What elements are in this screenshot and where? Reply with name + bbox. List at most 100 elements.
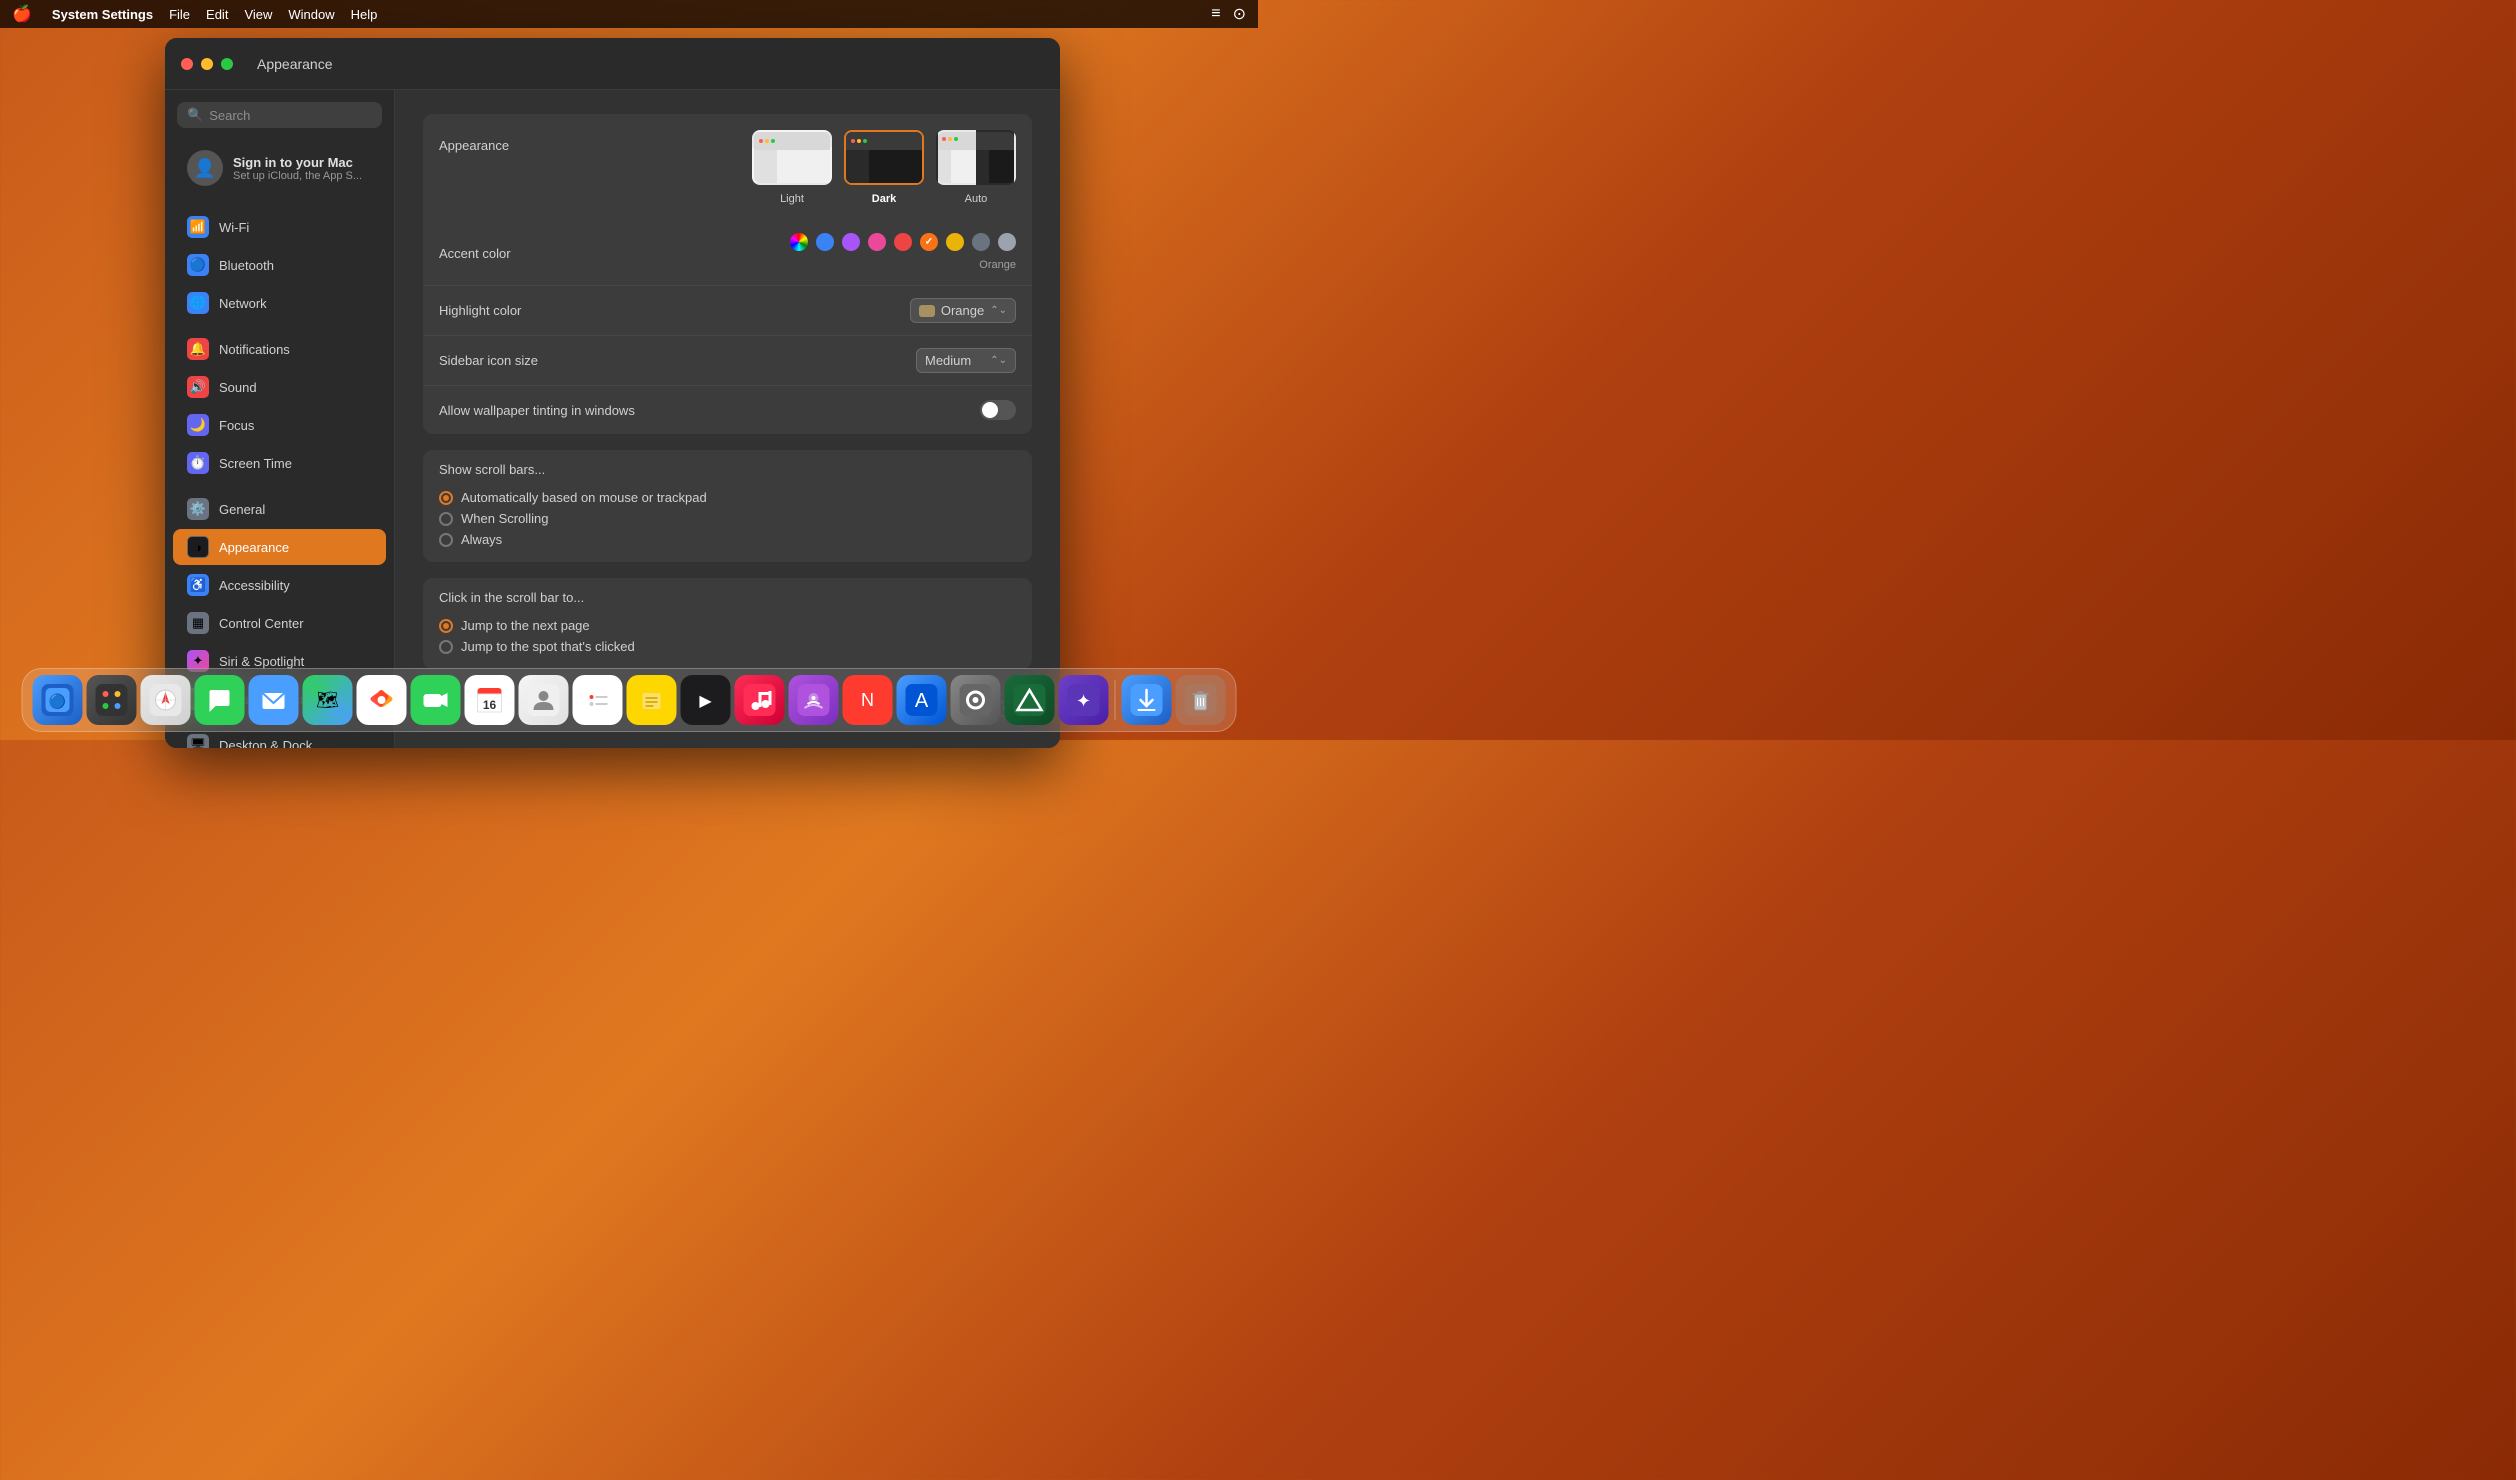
click-scroll-card: Click in the scroll bar to... Jump to th… xyxy=(423,578,1032,669)
title-bar: Appearance xyxy=(165,38,1060,90)
svg-text:🔵: 🔵 xyxy=(49,693,66,710)
controlcenter-icon: ▦ xyxy=(187,612,209,634)
accent-yellow[interactable] xyxy=(946,233,964,251)
screentime-icon: ⏱️ xyxy=(187,452,209,474)
jump-next-page-option[interactable]: Jump to the next page xyxy=(439,615,1016,636)
svg-text:▶: ▶ xyxy=(699,693,712,710)
accent-orange[interactable] xyxy=(920,233,938,251)
jump-next-page-radio[interactable] xyxy=(439,619,453,633)
scroll-when-scrolling-option[interactable]: When Scrolling xyxy=(439,508,1016,529)
appearance-option-dark[interactable]: Dark xyxy=(844,130,924,205)
profile-subtitle: Set up iCloud, the App S... xyxy=(233,170,362,182)
menu-extra-icon[interactable]: ⊙ xyxy=(1233,4,1246,24)
dock-reminders[interactable] xyxy=(573,675,623,725)
sidebar-item-bluetooth[interactable]: 🔵 Bluetooth xyxy=(173,247,386,283)
dock-mail[interactable] xyxy=(249,675,299,725)
close-button[interactable] xyxy=(181,58,193,70)
dock-messages[interactable] xyxy=(195,675,245,725)
jump-spot-radio[interactable] xyxy=(439,640,453,654)
sidebar-icon-size-dropdown[interactable]: Medium ⌃⌄ xyxy=(916,348,1016,373)
jump-next-page-label: Jump to the next page xyxy=(461,618,590,633)
scroll-bars-card: Show scroll bars... Automatically based … xyxy=(423,450,1032,562)
dock-twitter[interactable]: ✦ xyxy=(1059,675,1109,725)
menu-bar-right: ≡ ⊙ xyxy=(1211,4,1246,24)
dock-systemsettings[interactable] xyxy=(951,675,1001,725)
accent-color-row-swatches xyxy=(790,233,1016,251)
highlight-color-row: Highlight color Orange ⌃⌄ xyxy=(423,286,1032,336)
sidebar-item-screentime[interactable]: ⏱️ Screen Time xyxy=(173,445,386,481)
search-container: 🔍 xyxy=(165,90,394,136)
sidebar-item-general[interactable]: ⚙️ General xyxy=(173,491,386,527)
sidebar-icon-size-control: Medium ⌃⌄ xyxy=(916,348,1016,373)
highlight-color-dropdown[interactable]: Orange ⌃⌄ xyxy=(910,298,1016,323)
sidebar-item-accessibility[interactable]: ♿ Accessibility xyxy=(173,567,386,603)
appearance-name-auto: Auto xyxy=(965,193,988,205)
control-center-icon[interactable]: ≡ xyxy=(1211,5,1220,23)
search-bar[interactable]: 🔍 xyxy=(177,102,382,128)
scroll-auto-option[interactable]: Automatically based on mouse or trackpad xyxy=(439,487,1016,508)
dock-finder[interactable]: 🔵 xyxy=(33,675,83,725)
svg-text:✦: ✦ xyxy=(1076,691,1091,711)
scroll-always-option[interactable]: Always xyxy=(439,529,1016,550)
dock-podcasts[interactable] xyxy=(789,675,839,725)
accent-multicolor[interactable] xyxy=(790,233,808,251)
jump-spot-option[interactable]: Jump to the spot that's clicked xyxy=(439,636,1016,657)
chevron-updown-icon-2: ⌃⌄ xyxy=(990,355,1007,366)
menu-file[interactable]: File xyxy=(169,7,190,22)
dock-appstore[interactable]: A xyxy=(897,675,947,725)
dock-calendar[interactable]: 16JUN xyxy=(465,675,515,725)
dock-contacts[interactable] xyxy=(519,675,569,725)
scroll-always-radio[interactable] xyxy=(439,533,453,547)
accent-green[interactable] xyxy=(972,233,990,251)
dock-safari[interactable] xyxy=(141,675,191,725)
appearance-option-auto[interactable]: Auto xyxy=(936,130,1016,205)
dock-trash[interactable] xyxy=(1176,675,1226,725)
accent-red[interactable] xyxy=(894,233,912,251)
dock-launchpad[interactable] xyxy=(87,675,137,725)
dock-photos[interactable] xyxy=(357,675,407,725)
profile-section[interactable]: 👤 Sign in to your Mac Set up iCloud, the… xyxy=(173,140,386,196)
dock-altus[interactable] xyxy=(1005,675,1055,725)
accent-purple[interactable] xyxy=(842,233,860,251)
sidebar-item-network[interactable]: 🌐 Network xyxy=(173,285,386,321)
sidebar-item-appearance[interactable]: ◑ Appearance xyxy=(173,529,386,565)
dock-downloads[interactable] xyxy=(1122,675,1172,725)
menu-edit[interactable]: Edit xyxy=(206,7,228,22)
scroll-when-scrolling-radio[interactable] xyxy=(439,512,453,526)
scroll-auto-radio[interactable] xyxy=(439,491,453,505)
appearance-section-label: Appearance xyxy=(439,130,752,153)
sidebar-item-wifi[interactable]: 📶 Wi-Fi xyxy=(173,209,386,245)
show-scroll-bars-title: Show scroll bars... xyxy=(439,462,1016,477)
sidebar-item-focus[interactable]: 🌙 Focus xyxy=(173,407,386,443)
sidebar-label-general: General xyxy=(219,502,265,517)
dock-facetime[interactable] xyxy=(411,675,461,725)
wallpaper-tinting-toggle[interactable] xyxy=(980,400,1016,420)
sidebar-item-notifications[interactable]: 🔔 Notifications xyxy=(173,331,386,367)
accent-blue[interactable] xyxy=(816,233,834,251)
avatar: 👤 xyxy=(187,150,223,186)
sidebar-item-controlcenter[interactable]: ▦ Control Center xyxy=(173,605,386,641)
highlight-swatch xyxy=(919,305,935,317)
accent-pink[interactable] xyxy=(868,233,886,251)
accent-graphite[interactable] xyxy=(998,233,1016,251)
svg-text:🗺: 🗺 xyxy=(316,690,339,710)
sidebar-item-sound[interactable]: 🔊 Sound xyxy=(173,369,386,405)
maximize-button[interactable] xyxy=(221,58,233,70)
search-input[interactable] xyxy=(209,108,372,123)
menu-help[interactable]: Help xyxy=(351,7,378,22)
menu-system-settings[interactable]: System Settings xyxy=(52,7,153,22)
dock-music[interactable] xyxy=(735,675,785,725)
appearance-option-light[interactable]: Light xyxy=(752,130,832,205)
sidebar: 🔍 👤 Sign in to your Mac Set up iCloud, t… xyxy=(165,90,395,748)
apple-menu[interactable]: 🍎 xyxy=(12,4,32,24)
dock-maps[interactable]: 🗺 xyxy=(303,675,353,725)
dock-news[interactable]: N xyxy=(843,675,893,725)
menu-window[interactable]: Window xyxy=(288,7,334,22)
focus-icon: 🌙 xyxy=(187,414,209,436)
menu-view[interactable]: View xyxy=(244,7,272,22)
appearance-preview-light xyxy=(752,130,832,185)
dock-appletv[interactable]: ▶ xyxy=(681,675,731,725)
appearance-icon: ◑ xyxy=(187,536,209,558)
dock-notes[interactable] xyxy=(627,675,677,725)
minimize-button[interactable] xyxy=(201,58,213,70)
